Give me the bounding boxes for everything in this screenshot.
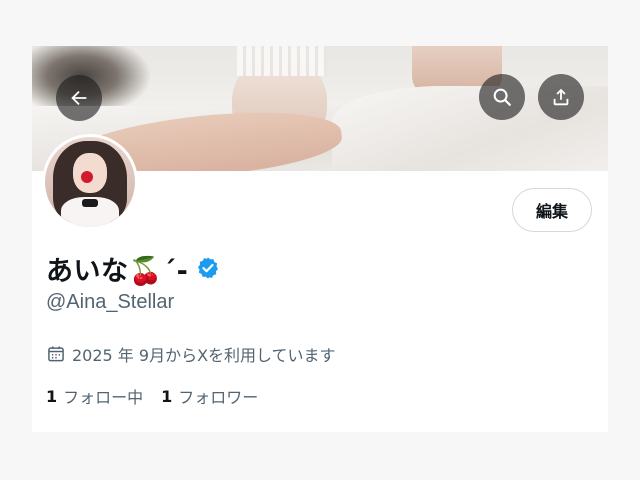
share-button[interactable] (538, 74, 584, 120)
search-button[interactable] (479, 74, 525, 120)
arrow-left-icon (71, 90, 87, 106)
avatar[interactable] (42, 134, 138, 230)
join-date-text: 2025 年 9月からXを利用しています (72, 346, 336, 365)
calendar-icon (48, 346, 64, 362)
back-button[interactable] (56, 75, 102, 121)
display-name: あいな🍒´- (46, 255, 189, 287)
followers-label: フォロワー (178, 388, 259, 407)
profile-page: 編集 あいな🍒´- @Aina_Stellar 2025 年 9月からXを利用し… (0, 0, 640, 480)
follow-stats: 1 フォロー中 1 フォロワー (46, 384, 276, 408)
avatar-image (45, 137, 135, 227)
following-label: フォロー中 (63, 388, 144, 407)
followers-count: 1 (161, 386, 173, 406)
verified-badge-icon[interactable] (196, 256, 220, 280)
share-icon (553, 88, 569, 106)
profile-card: 編集 あいな🍒´- @Aina_Stellar 2025 年 9月からXを利用し… (32, 46, 608, 432)
following-link[interactable]: 1 フォロー中 (46, 384, 143, 408)
username-handle: @Aina_Stellar (46, 291, 175, 313)
search-icon (493, 88, 511, 106)
name-row: あいな🍒´- (46, 250, 220, 287)
join-date: 2025 年 9月からXを利用しています (46, 342, 336, 366)
edit-profile-button[interactable]: 編集 (512, 188, 592, 232)
following-count: 1 (46, 386, 58, 406)
followers-link[interactable]: 1 フォロワー (161, 384, 258, 408)
